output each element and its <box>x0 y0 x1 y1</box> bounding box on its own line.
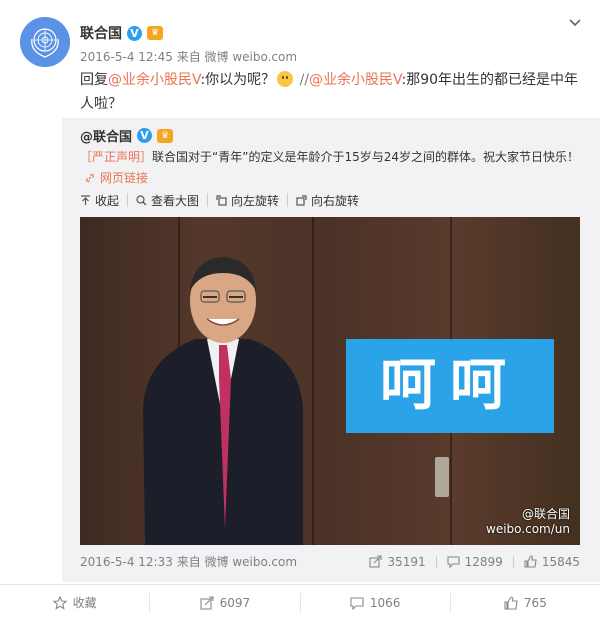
post-source: 来自 微博 weibo.com <box>176 50 298 64</box>
repost-forward-stat[interactable]: 35191 <box>369 554 426 569</box>
repost-comment-stat[interactable]: 12899 <box>447 555 503 569</box>
collect-button[interactable]: 收藏 <box>0 592 151 613</box>
repost-text-body: 联合国对于“青年”的定义是年龄介于15岁与24岁之间的群体。祝大家节日快乐！ <box>152 150 579 164</box>
door-handle <box>435 457 449 497</box>
view-large-button[interactable]: 查看大图 <box>136 193 209 208</box>
repost-comment-count: 12899 <box>464 554 503 569</box>
rotate-left-button[interactable]: 向左旋转 <box>216 193 289 208</box>
thumbs-up-icon <box>504 595 518 610</box>
link-icon <box>85 173 95 182</box>
repost-stats: 35191 12899 15845 <box>369 555 580 569</box>
hehe-overlay: 呵呵 <box>346 339 554 433</box>
weibo-card: 联合国 V ♛ 2016-5-4 12:45 来自 微博 weibo.com 回… <box>0 0 600 619</box>
divider <box>435 555 437 568</box>
repost-source: 来自 微博 weibo.com <box>176 555 298 569</box>
thumbs-up-icon <box>524 555 537 568</box>
repost-like-stat[interactable]: 15845 <box>524 555 580 569</box>
collect-label: 收藏 <box>72 596 97 610</box>
mention-link[interactable]: @业余小股民V <box>108 72 200 88</box>
comment-button[interactable]: 1066 <box>301 592 451 613</box>
action-bar: 收藏 6097 1066 765 <box>0 584 600 620</box>
rotate-left-label: 向左旋转 <box>231 193 280 208</box>
post-meta: 2016-5-4 12:45 来自 微博 weibo.com <box>80 48 297 65</box>
web-link-label: 网页链接 <box>100 171 149 185</box>
un-emblem-icon <box>20 17 70 67</box>
chevron-down-icon[interactable] <box>568 16 582 30</box>
arrow-up-icon <box>81 194 90 205</box>
repost-author[interactable]: @联合国 <box>80 126 132 145</box>
collapse-button[interactable]: 收起 <box>80 193 129 208</box>
forward-icon <box>369 555 382 568</box>
mention-link[interactable]: @业余小股民V <box>309 72 401 88</box>
post-image[interactable]: 呵呵 @联合国 weibo.com/un <box>80 217 580 545</box>
repost-forward-count: 35191 <box>387 554 426 569</box>
web-link[interactable]: 网页链接 <box>84 169 148 186</box>
watermark-user: @联合国 <box>521 507 570 521</box>
author-header: 联合国 V ♛ <box>80 23 163 43</box>
comment-icon <box>447 556 460 568</box>
post-text-mid: :你以为呢？ <box>200 72 276 88</box>
member-badge-icon[interactable]: ♛ <box>157 128 174 143</box>
repost-text: ［严正声明］联合国对于“青年”的定义是年龄介于15岁与24岁之间的群体。祝大家节… <box>80 148 590 166</box>
verified-icon: V <box>127 25 142 41</box>
like-button[interactable]: 765 <box>451 593 600 613</box>
search-icon <box>136 194 147 205</box>
post-text-prefix: 回复 <box>80 72 108 88</box>
forward-button[interactable]: 6097 <box>150 592 301 613</box>
repost-time[interactable]: 2016-5-4 12:33 <box>80 555 173 569</box>
post-text-sep: // <box>295 72 310 88</box>
repost-box: @联合国 V ♛ ［严正声明］联合国对于“青年”的定义是年龄介于15岁与24岁之… <box>62 118 600 582</box>
thinking-emoji-icon <box>277 71 294 87</box>
avatar[interactable] <box>20 17 70 67</box>
watermark-url: weibo.com/un <box>486 522 570 536</box>
rotate-right-icon <box>296 194 307 206</box>
repost-like-count: 15845 <box>541 554 580 569</box>
wall-panel-divider <box>312 217 314 545</box>
post-text: 回复@业余小股民V:你以为呢？ //@业余小股民V:那90年出生的都已经是中年人… <box>80 68 580 116</box>
author-name[interactable]: 联合国 <box>80 23 122 43</box>
rotate-right-label: 向右旋转 <box>311 193 360 208</box>
forward-count: 6097 <box>219 595 251 610</box>
divider <box>512 555 514 568</box>
image-toolbar: 收起 查看大图 向左旋转 向右旋转 <box>80 193 375 208</box>
weibo-watermark: @联合国 weibo.com/un <box>486 507 570 537</box>
post-time[interactable]: 2016-5-4 12:45 <box>80 50 173 64</box>
view-large-label: 查看大图 <box>151 193 200 208</box>
comment-icon <box>350 596 364 610</box>
comment-count: 1066 <box>369 595 401 610</box>
forward-icon <box>200 595 214 610</box>
collapse-label: 收起 <box>95 193 120 208</box>
person-figure <box>143 257 303 545</box>
repost-text-bracket: ［严正声明］ <box>80 150 153 164</box>
repost-footer: 2016-5-4 12:33 来自 微博 weibo.com 35191 128… <box>80 553 580 570</box>
verified-icon: V <box>137 128 153 143</box>
rotate-left-icon <box>216 194 227 206</box>
member-badge-icon[interactable]: ♛ <box>147 26 163 40</box>
like-count: 765 <box>523 595 547 610</box>
rotate-right-button[interactable]: 向右旋转 <box>296 193 367 208</box>
star-icon <box>52 595 67 610</box>
repost-author-row: @联合国 V ♛ <box>80 126 174 145</box>
